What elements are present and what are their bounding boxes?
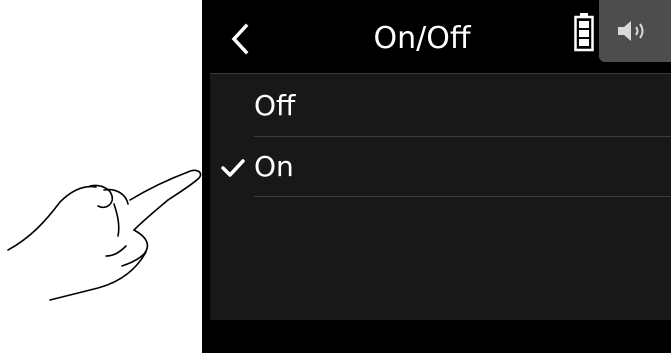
device-screen: On/Off Off On [202, 0, 671, 353]
pointing-hand-illustration [7, 169, 202, 301]
checkmark-icon [221, 159, 245, 177]
speaker-button[interactable] [599, 0, 671, 62]
chevron-left-icon [231, 23, 249, 55]
option-list: Off On [210, 74, 671, 320]
speaker-icon [618, 21, 644, 41]
divider [254, 196, 671, 197]
back-button[interactable] [220, 16, 260, 62]
page-title: On/Off [373, 21, 471, 56]
battery-icon [574, 12, 594, 52]
option-off[interactable]: Off [210, 76, 671, 136]
option-label: On [254, 150, 294, 183]
option-on[interactable]: On [210, 137, 671, 197]
option-label: Off [254, 89, 296, 122]
title-bar: On/Off [202, 0, 671, 74]
screen-bottom [210, 320, 671, 353]
stage: On/Off Off On [0, 0, 671, 353]
